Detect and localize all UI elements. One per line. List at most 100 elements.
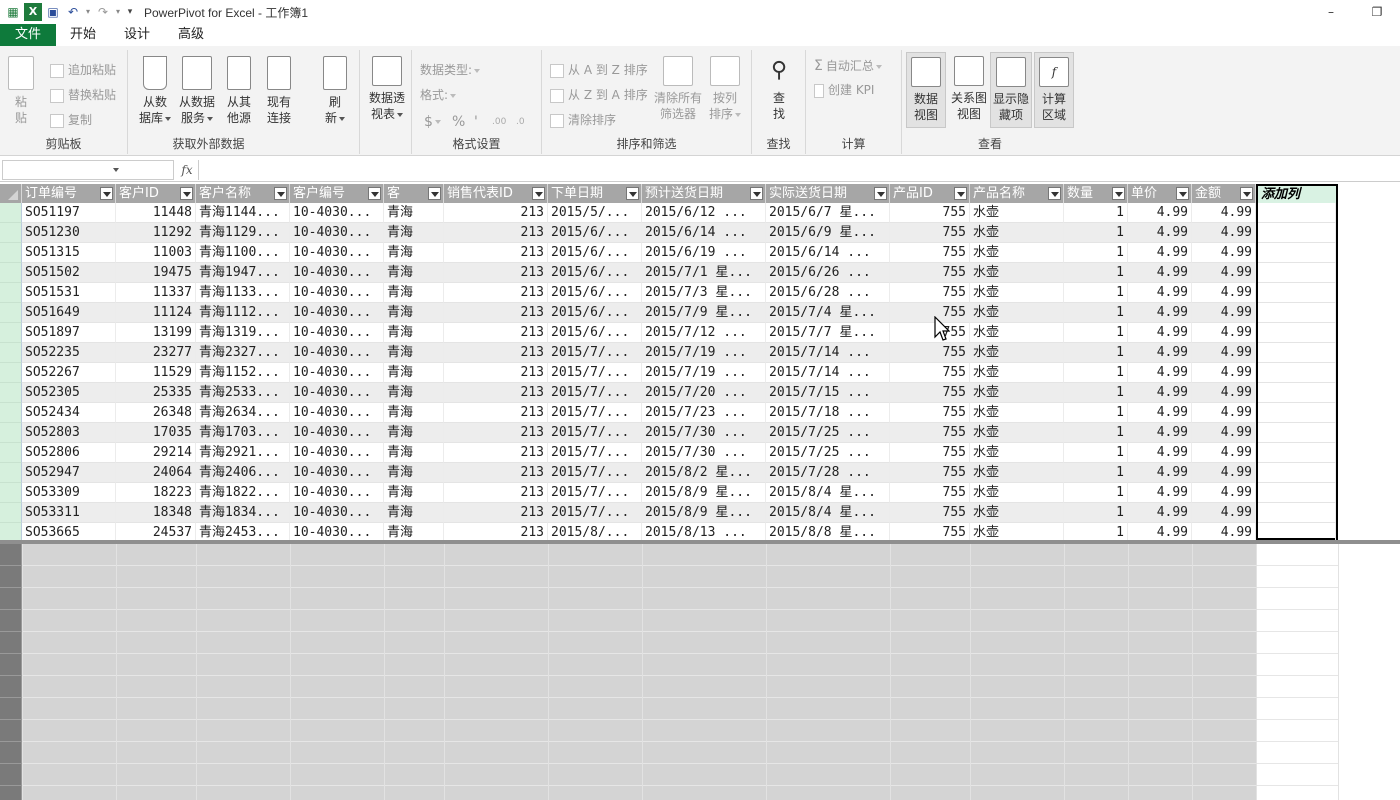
cell-region[interactable]: 青海 xyxy=(384,523,444,540)
cell-customer-id[interactable]: 13199 xyxy=(116,323,196,343)
cell-product-name[interactable]: 水壶 xyxy=(970,443,1064,463)
filter-dropdown-icon[interactable] xyxy=(626,187,639,200)
cell-quantity[interactable]: 1 xyxy=(1064,523,1128,540)
cell-product-name[interactable]: 水壶 xyxy=(970,463,1064,483)
decrease-decimal-button[interactable]: .0 xyxy=(516,112,525,132)
cell-customer-code[interactable]: 10-4030... xyxy=(290,263,384,283)
minimize-button[interactable]: – xyxy=(1308,0,1354,24)
add-column-cell[interactable] xyxy=(1258,223,1336,243)
cell-order-id[interactable]: SO52235 xyxy=(22,343,116,363)
calculation-area-button[interactable]: f 计算 区域 xyxy=(1034,52,1074,128)
cell-region[interactable]: 青海 xyxy=(384,503,444,523)
cell-amount[interactable]: 4.99 xyxy=(1192,383,1256,403)
cell-customer-code[interactable]: 10-4030... xyxy=(290,443,384,463)
cell-customer-code[interactable]: 10-4030... xyxy=(290,363,384,383)
cell-unit-price[interactable]: 4.99 xyxy=(1128,223,1192,243)
cell-amount[interactable]: 4.99 xyxy=(1192,343,1256,363)
cell-unit-price[interactable]: 4.99 xyxy=(1128,403,1192,423)
filter-dropdown-icon[interactable] xyxy=(1176,187,1189,200)
cell-region[interactable]: 青海 xyxy=(384,443,444,463)
show-hidden-button[interactable]: 显示隐 藏项 xyxy=(990,52,1032,128)
cell-customer-code[interactable]: 10-4030... xyxy=(290,463,384,483)
diagram-view-button[interactable]: 关系图 视图 xyxy=(948,56,990,122)
cell-amount[interactable]: 4.99 xyxy=(1192,463,1256,483)
tab-file[interactable]: 文件 xyxy=(0,24,56,46)
cell-customer-id[interactable]: 18348 xyxy=(116,503,196,523)
powerpivot-icon[interactable]: ▦ xyxy=(4,3,22,21)
replace-paste-button[interactable]: 替换粘贴 xyxy=(50,85,116,105)
name-box-dropdown-icon[interactable] xyxy=(113,168,119,172)
cell-amount[interactable]: 4.99 xyxy=(1192,523,1256,540)
cell-amount[interactable]: 4.99 xyxy=(1192,303,1256,323)
cell-product-id[interactable]: 755 xyxy=(890,343,970,363)
cell-customer-id[interactable]: 26348 xyxy=(116,403,196,423)
cell-amount[interactable]: 4.99 xyxy=(1192,423,1256,443)
column-header-amount[interactable]: 金额 xyxy=(1192,184,1256,203)
cell-unit-price[interactable]: 4.99 xyxy=(1128,383,1192,403)
cell-quantity[interactable]: 1 xyxy=(1064,223,1128,243)
table-row[interactable]: SO52235 23277 青海2327... 10-4030... 青海 213 2015… xyxy=(0,343,1256,363)
cell-product-id[interactable]: 755 xyxy=(890,403,970,423)
cell-sales-rep-id[interactable]: 213 xyxy=(444,503,548,523)
cell-customer-name[interactable]: 青海1947... xyxy=(196,263,290,283)
table-row[interactable]: SO52267 11529 青海1152... 10-4030... 青海 213 2015… xyxy=(0,363,1256,383)
cell-product-id[interactable]: 755 xyxy=(890,423,970,443)
column-header-product-name[interactable]: 产品名称 xyxy=(970,184,1064,203)
cell-amount[interactable]: 4.99 xyxy=(1192,223,1256,243)
sort-by-column-button[interactable]: 按列 排序 xyxy=(704,56,746,122)
cell-customer-name[interactable]: 青海1133... xyxy=(196,283,290,303)
row-selector[interactable] xyxy=(0,323,22,343)
cell-customer-code[interactable]: 10-4030... xyxy=(290,403,384,423)
cell-product-id[interactable]: 755 xyxy=(890,483,970,503)
select-all-corner[interactable] xyxy=(0,184,22,203)
cell-quantity[interactable]: 1 xyxy=(1064,443,1128,463)
cell-quantity[interactable]: 1 xyxy=(1064,423,1128,443)
cell-actual-delivery-date[interactable]: 2015/8/4 星... xyxy=(766,483,890,503)
cell-expected-delivery-date[interactable]: 2015/6/12 ... xyxy=(642,203,766,223)
excel-icon[interactable]: X xyxy=(24,3,42,21)
cell-product-name[interactable]: 水壶 xyxy=(970,523,1064,540)
cell-unit-price[interactable]: 4.99 xyxy=(1128,263,1192,283)
cell-product-name[interactable]: 水壶 xyxy=(970,223,1064,243)
cell-customer-name[interactable]: 青海1703... xyxy=(196,423,290,443)
cell-amount[interactable]: 4.99 xyxy=(1192,323,1256,343)
add-column-cell[interactable] xyxy=(1258,283,1336,303)
cell-order-id[interactable]: SO52803 xyxy=(22,423,116,443)
cell-expected-delivery-date[interactable]: 2015/8/2 星... xyxy=(642,463,766,483)
restore-button[interactable]: ❐ xyxy=(1354,0,1400,24)
cell-unit-price[interactable]: 4.99 xyxy=(1128,423,1192,443)
format-dropdown[interactable]: 格式: xyxy=(420,85,457,105)
cell-quantity[interactable]: 1 xyxy=(1064,263,1128,283)
add-column-cell[interactable] xyxy=(1258,403,1336,423)
cell-region[interactable]: 青海 xyxy=(384,243,444,263)
clear-sort-button[interactable]: 清除排序 xyxy=(550,110,616,130)
cell-order-date[interactable]: 2015/7/... xyxy=(548,463,642,483)
cell-customer-name[interactable]: 青海1100... xyxy=(196,243,290,263)
add-column-cell[interactable] xyxy=(1258,483,1336,503)
add-column-header[interactable]: 添加列 xyxy=(1258,186,1336,203)
cell-actual-delivery-date[interactable]: 2015/6/26 ... xyxy=(766,263,890,283)
cell-order-id[interactable]: SO52434 xyxy=(22,403,116,423)
cell-amount[interactable]: 4.99 xyxy=(1192,243,1256,263)
cell-order-date[interactable]: 2015/7/... xyxy=(548,503,642,523)
cell-amount[interactable]: 4.99 xyxy=(1192,503,1256,523)
cell-expected-delivery-date[interactable]: 2015/7/20 ... xyxy=(642,383,766,403)
cell-unit-price[interactable]: 4.99 xyxy=(1128,523,1192,540)
column-header-quantity[interactable]: 数量 xyxy=(1064,184,1128,203)
cell-order-id[interactable]: SO51315 xyxy=(22,243,116,263)
filter-dropdown-icon[interactable] xyxy=(1240,187,1253,200)
cell-customer-id[interactable]: 19475 xyxy=(116,263,196,283)
calculation-area-row-selector[interactable] xyxy=(0,764,22,786)
cell-expected-delivery-date[interactable]: 2015/8/9 星... xyxy=(642,483,766,503)
calculation-area-row-selector[interactable] xyxy=(0,786,22,800)
table-row[interactable]: SO52305 25335 青海2533... 10-4030... 青海 213 2015… xyxy=(0,383,1256,403)
cell-product-id[interactable]: 755 xyxy=(890,383,970,403)
table-row[interactable]: SO51531 11337 青海1133... 10-4030... 青海 213 2015… xyxy=(0,283,1256,303)
cell-order-date[interactable]: 2015/7/... xyxy=(548,363,642,383)
cell-customer-id[interactable]: 18223 xyxy=(116,483,196,503)
cell-actual-delivery-date[interactable]: 2015/6/28 ... xyxy=(766,283,890,303)
cell-actual-delivery-date[interactable]: 2015/7/14 ... xyxy=(766,343,890,363)
sort-a-to-z-button[interactable]: 从 A 到 Z 排序 xyxy=(550,60,648,80)
cell-customer-id[interactable]: 24064 xyxy=(116,463,196,483)
cell-unit-price[interactable]: 4.99 xyxy=(1128,243,1192,263)
